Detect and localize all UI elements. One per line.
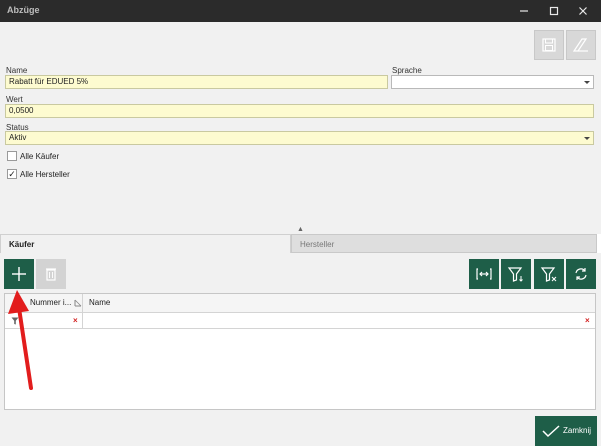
value-label: Wert bbox=[6, 95, 23, 104]
all-buyers-checkbox[interactable] bbox=[7, 151, 17, 161]
save-button[interactable] bbox=[534, 30, 564, 60]
sort-icon bbox=[74, 299, 82, 307]
fit-columns-icon bbox=[476, 268, 492, 280]
clear-name-filter-icon[interactable]: × bbox=[585, 316, 590, 325]
filter-icon bbox=[507, 267, 523, 282]
grid-header: Nummer i... Name bbox=[5, 294, 595, 313]
tab-manufacturers[interactable]: Hersteller bbox=[291, 234, 597, 253]
language-select[interactable] bbox=[391, 75, 594, 89]
title-bar: Abzüge bbox=[0, 0, 601, 22]
zamknij-label: Zamknij bbox=[563, 426, 592, 435]
filter-button[interactable] bbox=[501, 259, 531, 289]
name-field[interactable]: Rabatt für EDUED 5% bbox=[5, 75, 388, 89]
name-label: Name bbox=[6, 66, 28, 75]
filter-clear-icon bbox=[540, 267, 557, 282]
tab-buyers[interactable]: Käufer bbox=[0, 234, 291, 253]
close-window-button[interactable] bbox=[570, 0, 596, 22]
language-label: Sprache bbox=[392, 66, 422, 75]
eraser-icon bbox=[572, 38, 588, 52]
chevron-down-icon bbox=[584, 137, 590, 140]
zamknij-button[interactable]: Zamknij bbox=[535, 416, 597, 446]
splitter-collapse-icon[interactable]: ▲ bbox=[297, 226, 304, 233]
close-icon bbox=[579, 7, 587, 15]
column-header-name[interactable]: Name bbox=[89, 298, 110, 307]
minimize-icon bbox=[520, 10, 528, 12]
clear-number-filter-icon[interactable]: × bbox=[73, 316, 78, 325]
form-area bbox=[0, 22, 601, 234]
column-divider[interactable] bbox=[82, 294, 83, 312]
fit-columns-button[interactable] bbox=[469, 259, 499, 289]
tab-manufacturers-label: Hersteller bbox=[300, 240, 335, 249]
maximize-button[interactable] bbox=[541, 0, 567, 22]
refresh-icon bbox=[575, 268, 587, 280]
status-value: Aktiv bbox=[9, 133, 27, 142]
clear-button[interactable] bbox=[566, 30, 596, 60]
buyers-grid: Nummer i... Name × × bbox=[4, 293, 596, 410]
grid-filter-row: × × bbox=[5, 313, 595, 329]
maximize-icon bbox=[549, 6, 559, 16]
status-select[interactable]: Aktiv bbox=[5, 131, 594, 145]
checkmark-icon bbox=[542, 425, 560, 438]
column-divider bbox=[82, 313, 83, 328]
annotation-arrow bbox=[8, 290, 33, 390]
name-filter-input[interactable] bbox=[87, 314, 582, 326]
value-field[interactable]: 0,0500 bbox=[5, 104, 594, 118]
all-buyers-label: Alle Käufer bbox=[20, 152, 60, 161]
chevron-down-icon bbox=[584, 81, 590, 84]
window-title: Abzüge bbox=[7, 5, 40, 15]
minimize-button[interactable] bbox=[511, 0, 537, 22]
clear-filter-button[interactable] bbox=[534, 259, 564, 289]
save-icon bbox=[542, 38, 556, 52]
all-manufacturers-label: Alle Hersteller bbox=[20, 170, 70, 179]
all-manufacturers-checkbox[interactable]: ✓ bbox=[7, 169, 17, 179]
refresh-button[interactable] bbox=[566, 259, 596, 289]
